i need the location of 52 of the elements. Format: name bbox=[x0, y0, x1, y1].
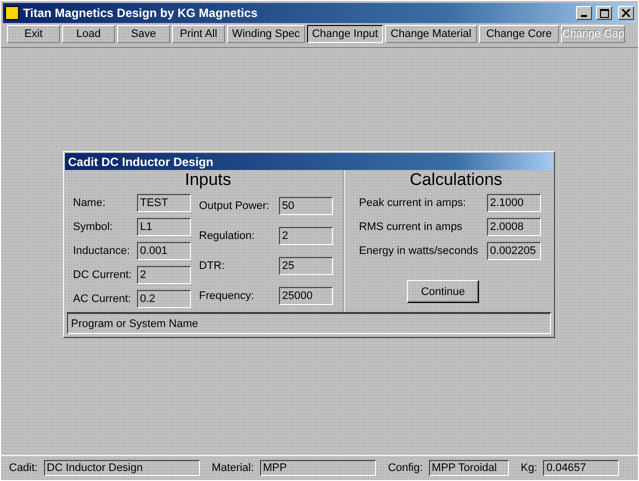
app-logo-icon bbox=[5, 6, 19, 20]
field-label: RMS current in amps bbox=[359, 221, 464, 233]
result-field[interactable]: 0.002205 bbox=[487, 242, 541, 260]
field-label: Energy in watts/seconds bbox=[359, 245, 480, 257]
status-field: DC Inductor Design bbox=[44, 460, 200, 476]
field-label: Regulation: bbox=[199, 230, 256, 242]
close-button[interactable] bbox=[618, 6, 634, 20]
status-field: MPP bbox=[260, 460, 376, 476]
input-field[interactable]: 2 bbox=[279, 227, 333, 245]
input-field[interactable]: 50 bbox=[279, 197, 333, 215]
status-label: Material: bbox=[212, 462, 254, 474]
toolbar-button[interactable]: Change Core bbox=[479, 25, 559, 43]
input-field[interactable]: L1 bbox=[137, 218, 191, 236]
input-field[interactable]: 2 bbox=[137, 266, 191, 284]
continue-button[interactable]: Continue bbox=[407, 280, 479, 303]
minimize-button[interactable] bbox=[576, 6, 592, 20]
toolbar-button[interactable]: Exit bbox=[7, 25, 60, 43]
input-field[interactable]: 25 bbox=[279, 257, 333, 275]
field-label: DC Current: bbox=[73, 269, 133, 281]
status-field: 0.04657 bbox=[543, 460, 620, 476]
field-label: AC Current: bbox=[73, 293, 132, 305]
maximize-button[interactable] bbox=[596, 6, 612, 20]
input-field[interactable]: 25000 bbox=[279, 287, 333, 305]
window-title: Titan Magnetics Design by KG Magnetics bbox=[23, 6, 258, 20]
inputs-heading: Inputs bbox=[184, 170, 232, 191]
dialog-title: Cadit DC Inductor Design bbox=[65, 153, 553, 170]
input-field[interactable]: 0.2 bbox=[137, 290, 191, 308]
field-label: Inductance: bbox=[73, 245, 131, 257]
field-label: Symbol: bbox=[73, 221, 114, 233]
status-label: Cadit: bbox=[9, 462, 38, 474]
status-label: Config: bbox=[388, 462, 423, 474]
input-field[interactable]: TEST bbox=[137, 194, 191, 212]
status-field: MPP Toroidal bbox=[428, 460, 509, 476]
field-label: DTR: bbox=[199, 260, 226, 272]
status-label: Kg: bbox=[520, 462, 538, 474]
close-icon bbox=[622, 9, 630, 17]
dialog-status-field: Program or System Name bbox=[67, 312, 551, 334]
result-field[interactable]: 2.1000 bbox=[487, 194, 541, 212]
maximize-icon bbox=[600, 8, 608, 18]
toolbar-button[interactable]: Save bbox=[117, 25, 170, 43]
toolbar-button[interactable]: Winding Spec bbox=[227, 25, 305, 43]
calculations-heading: Calculations bbox=[408, 170, 504, 191]
toolbar-button[interactable]: Change Input bbox=[307, 25, 383, 43]
input-field[interactable]: 0.001 bbox=[137, 242, 191, 260]
toolbar-button[interactable]: Load bbox=[62, 25, 115, 43]
field-label: Peak current in amps: bbox=[359, 197, 467, 209]
toolbar-button[interactable]: Print All bbox=[172, 25, 225, 43]
field-label: Output Power: bbox=[199, 200, 270, 212]
result-field[interactable]: 2.0008 bbox=[487, 218, 541, 236]
field-label: Frequency: bbox=[199, 290, 256, 302]
field-label: Name: bbox=[73, 197, 106, 209]
toolbar-button[interactable]: Change Material bbox=[385, 25, 477, 43]
